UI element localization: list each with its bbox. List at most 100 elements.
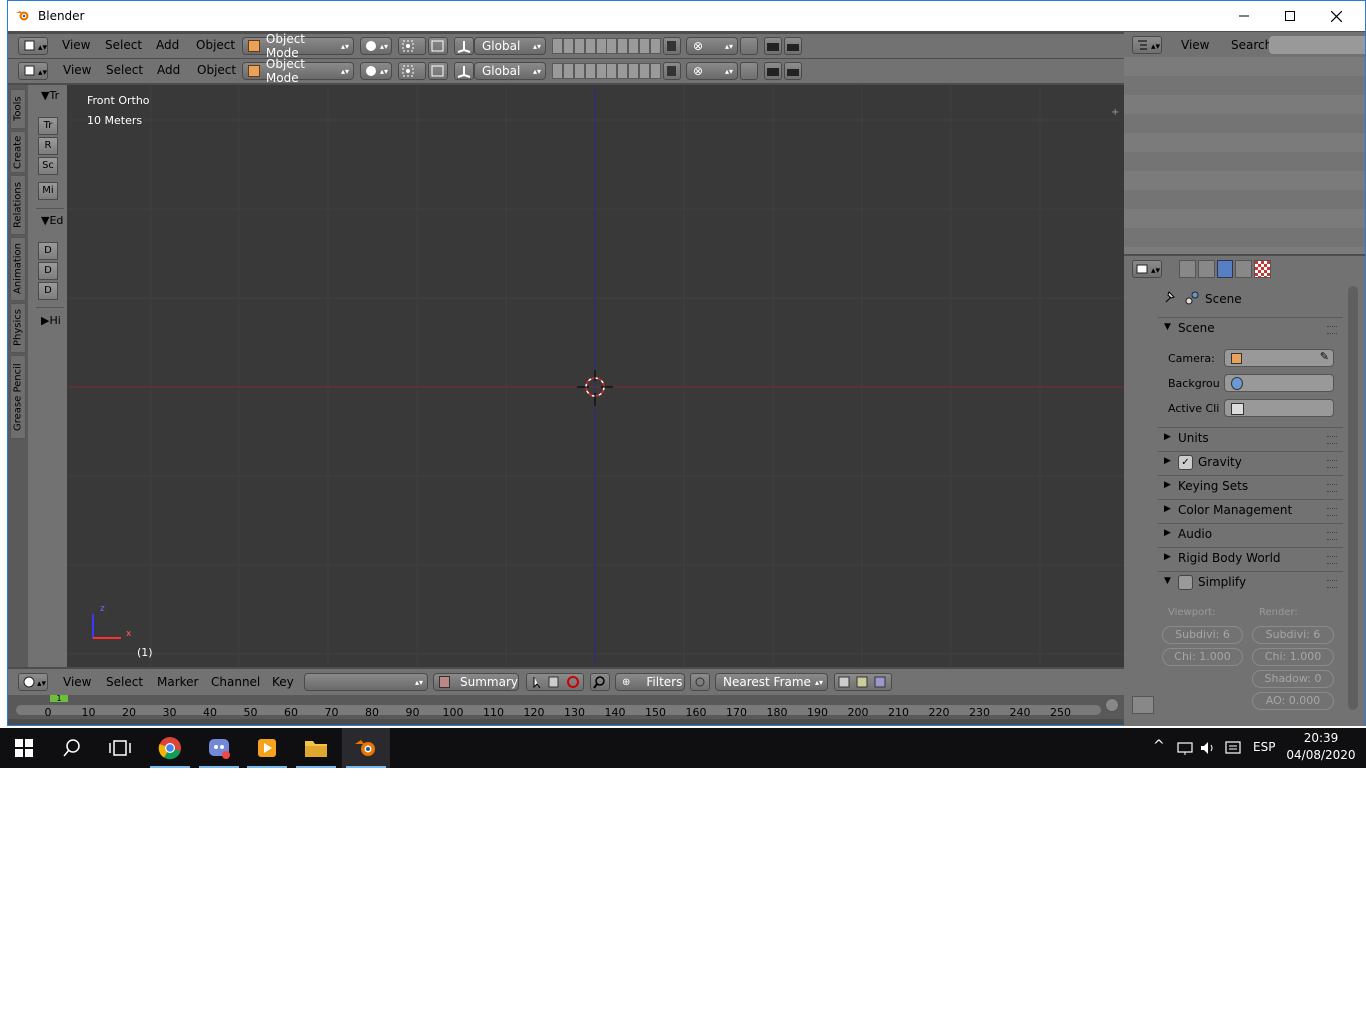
mode-dropdown[interactable]: Object Mode ▴▾ [242,57,354,85]
network-icon[interactable] [1176,740,1194,756]
panel-simplify[interactable]: ▼ Simplify [1158,571,1343,594]
menu-select[interactable]: Select [105,38,142,52]
editor-type-button[interactable]: ▴▾ [1132,36,1162,54]
taskbar-file-explorer[interactable] [292,728,340,768]
filters-dropdown[interactable]: ⊕ Filters [615,673,685,691]
pivot-button[interactable] [398,62,426,80]
drag-grip-icon[interactable] [1327,508,1337,516]
drag-grip-icon[interactable] [1327,326,1337,334]
menu-view[interactable]: View [62,38,90,52]
shading-dropdown[interactable]: ▴▾ [360,37,392,55]
taskbar-blender[interactable] [342,728,390,768]
duplicate-button[interactable]: D [38,242,58,260]
render-still-button[interactable] [764,62,782,80]
action-center-icon[interactable] [1224,740,1242,756]
manipulator-button[interactable] [428,62,448,80]
menu-channel[interactable]: Channel [211,675,260,689]
layers-tab-icon[interactable] [1197,260,1215,278]
search-button[interactable] [48,728,96,768]
menu-add[interactable]: Add [157,63,180,77]
editor-type-button[interactable]: ▴▾ [1132,260,1162,278]
outliner-tree[interactable] [1124,57,1365,254]
duplicate-linked-button[interactable]: D [38,262,58,280]
timeline-mode-dropdown[interactable]: ▴▾ [304,673,428,691]
simplify-checkbox[interactable] [1178,575,1193,590]
world-tab-icon[interactable] [1235,260,1253,278]
start-button[interactable] [0,728,48,768]
render-ao-sss-field[interactable]: AO: 0.000 [1252,692,1334,710]
zoom-button[interactable] [590,673,610,691]
menu-view[interactable]: View [63,675,91,689]
mode-dropdown[interactable]: Object Mode ▴▾ [242,32,354,60]
pivot-button[interactable] [398,37,426,55]
panel-keying-sets[interactable]: ▶ Keying Sets [1158,475,1343,498]
transform-orientation-icon-button[interactable] [454,37,474,55]
mirror-button[interactable]: Mi [38,182,58,200]
3d-viewport[interactable]: Front Ortho 10 Meters (1) + z x [67,85,1124,667]
render-animation-button[interactable] [784,62,802,80]
context-tabs[interactable] [1179,260,1271,278]
menu-key[interactable]: Key [272,675,294,689]
render-still-button[interactable] [764,37,782,55]
menu-object[interactable]: Object [197,63,236,77]
editor-type-button[interactable] [1132,696,1154,714]
viewport-child-particles-field[interactable]: Chi: 1.000 [1162,648,1243,666]
timeline-ruler[interactable]: 1 0 10 20 30 40 50 60 70 80 90 100 110 120 130 140 150 1… [8,695,1124,719]
delete-button[interactable]: D [38,282,58,300]
filter-toggles[interactable] [526,673,584,691]
keyframe-tools[interactable] [834,673,892,691]
snap-mode-dropdown[interactable]: Nearest Frame ▴▾ [715,673,828,691]
region-expand-icon[interactable]: + [1111,107,1119,118]
panel-color-management[interactable]: ▶ Color Management [1158,499,1343,522]
drag-grip-icon[interactable] [1327,460,1337,468]
input-language[interactable]: ESP [1253,740,1275,754]
shading-dropdown[interactable]: ▴▾ [360,62,392,80]
3d-cursor-icon[interactable] [577,370,613,406]
clock[interactable]: 20:39 04/08/2020 [1284,730,1358,766]
viewport-subdivision-field[interactable]: Subdivi: 6 [1162,626,1243,644]
history-panel-header[interactable]: ▶Hi [41,314,61,327]
volume-icon[interactable] [1199,740,1217,756]
drag-grip-icon[interactable] [1327,580,1337,588]
menu-select[interactable]: Select [106,63,143,77]
menu-marker[interactable]: Marker [157,675,198,689]
panel-gravity[interactable]: ▶ ✓ Gravity [1158,451,1343,474]
editor-type-button[interactable]: ▴▾ [18,37,48,55]
menu-object[interactable]: Object [196,38,235,52]
tab-create[interactable]: Create [10,131,26,173]
scene-tab-icon[interactable] [1216,260,1234,278]
tab-relations[interactable]: Relations [10,175,26,235]
translate-button[interactable]: Tr [38,117,58,135]
gravity-checkbox[interactable]: ✓ [1178,455,1193,470]
render-tab-icon[interactable] [1179,260,1196,278]
task-view-button[interactable] [96,728,144,768]
edit-panel-header[interactable]: ▼Ed [41,214,63,227]
active-clip-field[interactable] [1224,399,1334,417]
current-frame-indicator[interactable]: 1 [50,695,68,703]
menu-search[interactable]: Search [1231,38,1272,52]
render-shadow-samples-field[interactable]: Shadow: 0 [1252,670,1334,688]
layer-buttons-b[interactable] [606,38,661,54]
menu-add[interactable]: Add [156,38,179,52]
editor-type-button[interactable]: ▴▾ [18,62,48,80]
layer-buttons-a[interactable] [552,38,607,54]
tab-physics[interactable]: Physics [10,303,26,353]
orientation-dropdown[interactable]: Global ▴▾ [474,62,546,80]
minimize-button[interactable] [1221,1,1267,31]
panel-scene[interactable]: ▼ Scene [1158,317,1343,340]
rotate-button[interactable]: R [38,137,58,155]
panel-rigid-body-world[interactable]: ▶ Rigid Body World [1158,547,1343,570]
render-child-particles-field[interactable]: Chi: 1.000 [1252,648,1334,666]
orientation-dropdown[interactable]: Global ▴▾ [474,37,546,55]
snap-dropdown[interactable]: ⊗ ▴▾ [686,62,738,80]
eyedropper-icon[interactable]: ✎ [1320,350,1329,363]
properties-scrollbar[interactable] [1348,286,1358,710]
maximize-button[interactable] [1267,1,1313,31]
camera-field[interactable]: ✎ [1224,349,1334,367]
lock-camera-button[interactable] [663,37,681,55]
layer-buttons-a[interactable] [552,63,607,79]
transform-orientation-icon-button[interactable] [454,62,474,80]
drag-grip-icon[interactable] [1327,532,1337,540]
menu-select[interactable]: Select [106,675,143,689]
lock-camera-button[interactable] [663,62,681,80]
